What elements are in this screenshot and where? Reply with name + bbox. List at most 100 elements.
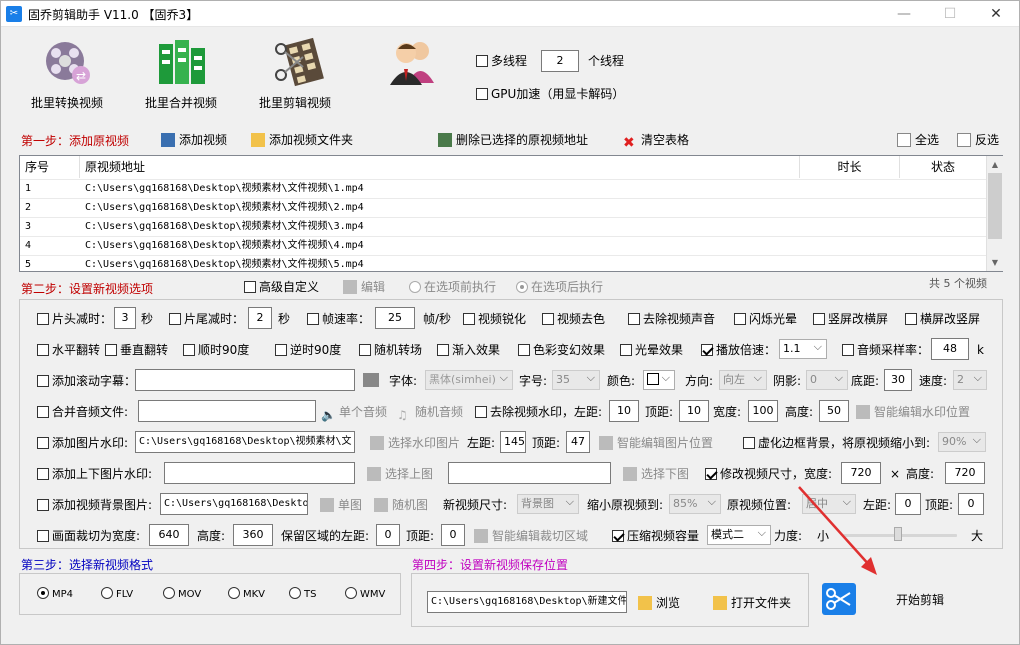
h2v-option[interactable]: 横屏改竖屏: [905, 311, 980, 327]
resize-option[interactable]: 修改视频尺寸，宽度:: [705, 466, 832, 482]
tail-cut-option[interactable]: 片尾减时：: [169, 311, 244, 327]
sample-rate-option[interactable]: 音频采样率：: [842, 342, 929, 358]
format-option-wmv[interactable]: WMV: [345, 587, 385, 603]
smart-wm-button[interactable]: 智能编辑水印位置: [856, 404, 970, 420]
frame-rate-option[interactable]: 帧速率：: [307, 311, 370, 327]
multithread-option[interactable]: 多线程: [476, 53, 527, 69]
col-index[interactable]: 序号: [20, 156, 80, 178]
bg-img-option[interactable]: 添加视频背景图片:: [37, 497, 152, 513]
top-img-input[interactable]: [164, 462, 355, 484]
scroll-sub-input[interactable]: [135, 369, 355, 391]
text-edit-icon[interactable]: [363, 373, 379, 387]
merge-audio-option[interactable]: 合并音频文件:: [37, 404, 128, 420]
size-select[interactable]: 35: [552, 369, 600, 390]
remove-wm-checkbox[interactable]: [475, 406, 487, 418]
random-trans-checkbox[interactable]: [359, 344, 371, 356]
decolor-option[interactable]: 视频去色: [542, 311, 605, 327]
blur-bg-checkbox[interactable]: [743, 437, 755, 449]
speed-checkbox[interactable]: [701, 344, 713, 356]
col-path[interactable]: 原视频地址: [80, 156, 800, 178]
format-option-mkv[interactable]: MKV: [228, 587, 265, 603]
table-scrollbar[interactable]: ▲ ▼: [986, 156, 1003, 271]
table-row[interactable]: 2 C:\Users\gq168168\Desktop\视频素材\文件视频\2.m…: [20, 198, 986, 217]
remove-audio-option[interactable]: 去除视频声音: [628, 311, 715, 327]
bg-img-path-input[interactable]: C:\Users\gq168168\Desktop: [160, 493, 308, 515]
start-edit-button[interactable]: 开始剪辑: [896, 592, 944, 608]
resize-height-input[interactable]: 720: [945, 462, 985, 484]
color-change-option[interactable]: 色彩变幻效果: [518, 342, 605, 358]
sample-rate-checkbox[interactable]: [842, 344, 854, 356]
img-top-input[interactable]: 47: [566, 431, 590, 453]
compress-checkbox[interactable]: [612, 530, 624, 542]
merge-audio-checkbox[interactable]: [37, 406, 49, 418]
scroll-sub-checkbox[interactable]: [37, 375, 49, 387]
table-row[interactable]: 5 C:\Users\gq168168\Desktop\视频素材\文件视频\5.m…: [20, 255, 986, 274]
format-option-mp4[interactable]: MP4: [37, 587, 73, 603]
format-option-flv[interactable]: FLV: [101, 587, 133, 603]
bottom-img-input[interactable]: [448, 462, 611, 484]
img-wm-path-input[interactable]: C:\Users\gq168168\Desktop\视频素材\文: [135, 431, 355, 453]
vflip-checkbox[interactable]: [105, 344, 117, 356]
batch-merge-label[interactable]: 批里合并视频: [145, 95, 217, 111]
bg-img-checkbox[interactable]: [37, 499, 49, 511]
sample-rate-input[interactable]: 48: [931, 338, 969, 360]
rotm90-checkbox[interactable]: [275, 344, 287, 356]
tail-cut-input[interactable]: 2: [248, 307, 272, 329]
scroll-down-icon[interactable]: ▼: [987, 254, 1003, 271]
halo-option[interactable]: 光晕效果: [620, 342, 683, 358]
h2v-checkbox[interactable]: [905, 313, 917, 325]
sharpen-checkbox[interactable]: [463, 313, 475, 325]
crop-checkbox[interactable]: [37, 530, 49, 542]
compress-option[interactable]: 压缩视频容量: [612, 528, 699, 544]
topbottom-option[interactable]: 添加上下图片水印:: [37, 466, 152, 482]
batch-convert-label[interactable]: 批里转换视频: [31, 95, 103, 111]
maximize-button[interactable]: ☐: [927, 1, 973, 27]
wm-left-input[interactable]: 10: [609, 400, 639, 422]
table-row[interactable]: 4 C:\Users\gq168168\Desktop\视频素材\文件视频\4.m…: [20, 236, 986, 255]
select-all-button[interactable]: 全选: [897, 132, 939, 148]
speed2-select[interactable]: 2: [953, 369, 987, 390]
multithread-checkbox[interactable]: [476, 55, 488, 67]
save-path-input[interactable]: C:\Users\gq168168\Desktop\新建文件: [427, 591, 627, 613]
random-audio-button[interactable]: ♫ 随机音频: [397, 404, 463, 422]
size-mode-select[interactable]: 背景图: [517, 493, 579, 514]
halo-checkbox[interactable]: [620, 344, 632, 356]
exec-before-option[interactable]: 在选项前执行: [409, 279, 496, 295]
pos-left-input[interactable]: 0: [895, 493, 921, 515]
color-change-checkbox[interactable]: [518, 344, 530, 356]
hflip-option[interactable]: 水平翻转: [37, 342, 100, 358]
img-wm-option[interactable]: 添加图片水印:: [37, 435, 128, 451]
font-select[interactable]: 黑体(simhei): [425, 369, 513, 390]
blur-bg-option[interactable]: 虚化边框背景，将原视频缩小到:: [743, 435, 930, 451]
resize-checkbox[interactable]: [705, 468, 717, 480]
single-img-button[interactable]: 单图: [320, 497, 362, 513]
head-cut-input[interactable]: 3: [114, 307, 136, 329]
flash-option[interactable]: 闪烁光晕: [734, 311, 797, 327]
gpu-option[interactable]: GPU加速（用显卡解码）: [476, 86, 624, 102]
bottom-input[interactable]: 30: [884, 369, 912, 391]
crop-height-input[interactable]: 360: [233, 524, 273, 546]
force-slider-thumb[interactable]: [894, 527, 902, 541]
format-radio[interactable]: [289, 587, 301, 599]
table-row[interactable]: 1 C:\Users\gq168168\Desktop\视频素材\文件视频\1.m…: [20, 179, 986, 198]
speed-select[interactable]: 1.1: [779, 338, 827, 359]
pick-wm-button[interactable]: 选择水印图片: [370, 435, 460, 451]
film-scissors-icon[interactable]: [273, 37, 325, 87]
pick-top-button[interactable]: 选择上图: [367, 466, 433, 482]
col-duration[interactable]: 时长: [800, 156, 900, 178]
scroll-sub-option[interactable]: 添加滚动字幕：: [37, 373, 136, 389]
thread-count-input[interactable]: 2: [541, 50, 579, 72]
minimize-button[interactable]: —: [881, 1, 927, 27]
fadein-option[interactable]: 渐入效果: [437, 342, 500, 358]
rot90-option[interactable]: 顺时90度: [183, 342, 249, 358]
pick-bottom-button[interactable]: 选择下图: [623, 466, 689, 482]
wm-top-input[interactable]: 10: [679, 400, 709, 422]
shadow-select[interactable]: 0: [806, 369, 848, 390]
scroll-up-icon[interactable]: ▲: [987, 156, 1003, 173]
smart-crop-button[interactable]: 智能编辑裁切区域: [474, 528, 588, 544]
speed-option[interactable]: 播放倍速：: [701, 342, 776, 358]
keep-top-input[interactable]: 0: [441, 524, 465, 546]
compress-mode-select[interactable]: 模式二: [707, 524, 771, 545]
wm-height-input[interactable]: 50: [819, 400, 849, 422]
format-option-ts[interactable]: TS: [289, 587, 316, 603]
